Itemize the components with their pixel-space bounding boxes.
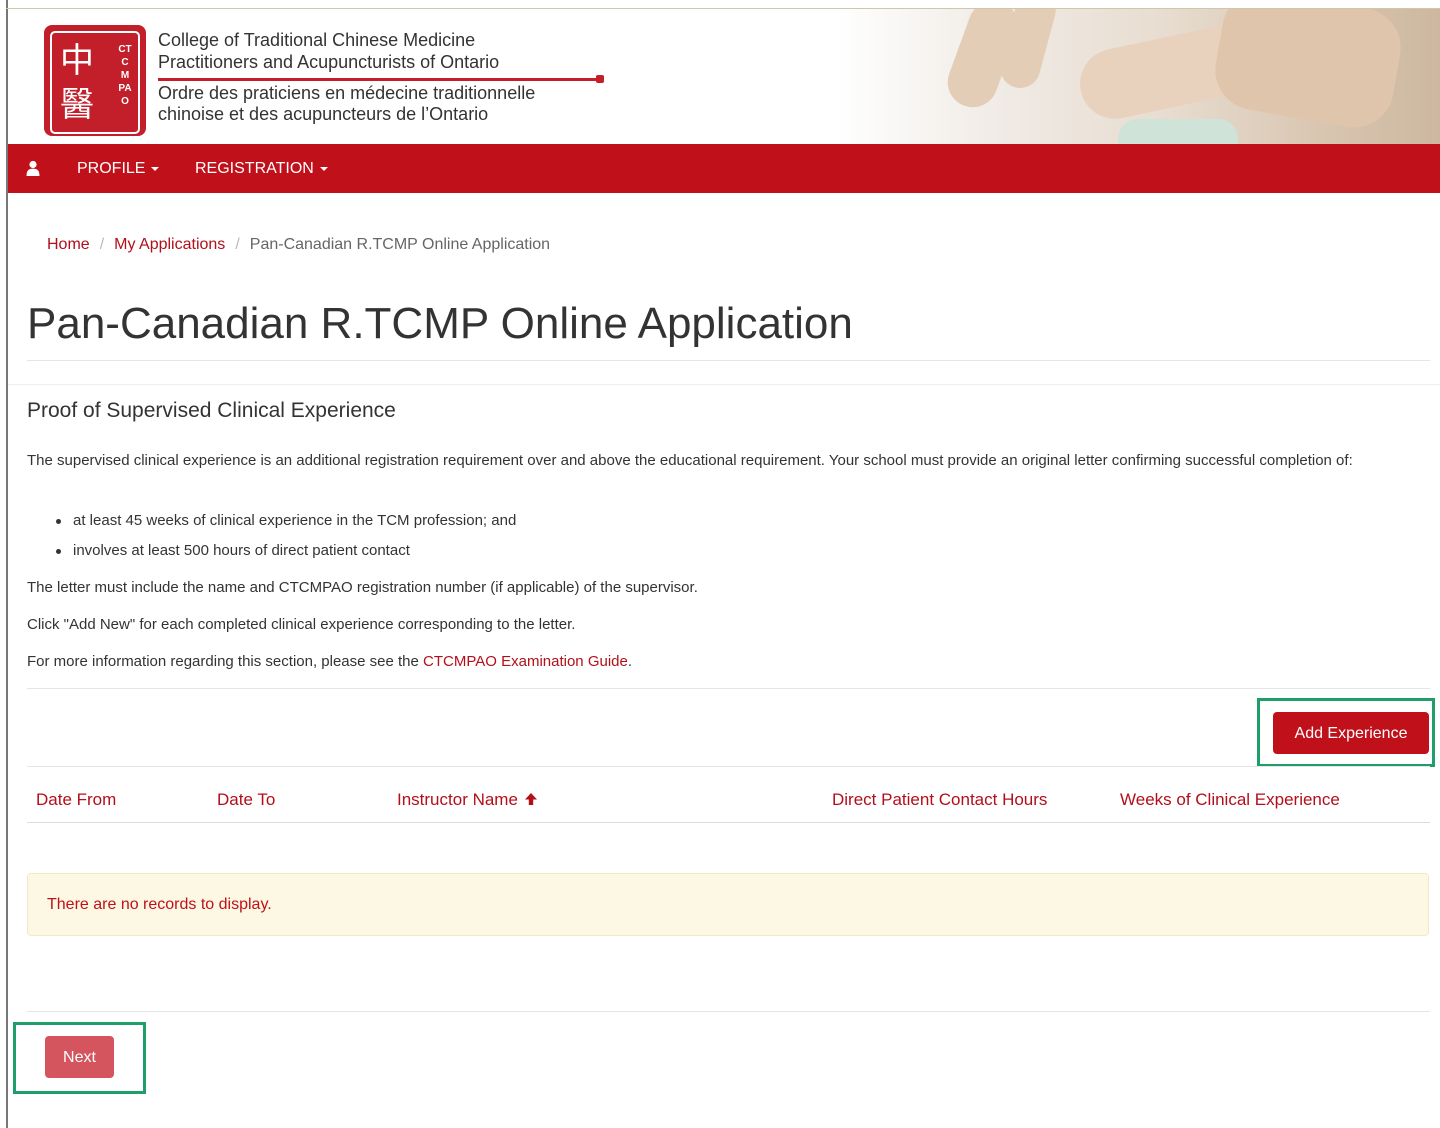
bullet-text: at least 45 weeks of clinical experience… [73, 512, 517, 529]
breadcrumb-separator: / [99, 236, 105, 253]
add-new-note: Click "Add New" for each completed clini… [27, 616, 576, 633]
bullet-text: involves at least 500 hours of direct pa… [73, 542, 410, 559]
divider [27, 1011, 1430, 1012]
page-title: Pan-Canadian R.TCMP Online Application [27, 299, 853, 348]
header-banner-hands-image [838, 9, 1440, 144]
caret-down-icon [151, 166, 160, 171]
more-info-line: For more information regarding this sect… [27, 651, 632, 673]
column-header-instructor-name[interactable]: Instructor Name [397, 789, 538, 811]
letter-note: The letter must include the name and CTC… [27, 579, 698, 596]
bullet-dot [56, 548, 61, 554]
intro-text: The supervised clinical experience is an… [27, 449, 1427, 473]
add-experience-button[interactable]: Add Experience [1273, 712, 1429, 754]
bullet-dot [56, 518, 61, 524]
more-info-suffix: . [627, 653, 633, 670]
nav-registration-menu[interactable]: REGISTRATION [195, 144, 328, 193]
divider [27, 360, 1430, 361]
breadcrumb-separator: / [235, 236, 240, 253]
org-name-english: College of Traditional Chinese Medicine … [158, 29, 499, 73]
org-name-french: Ordre des praticiens en médecine traditi… [158, 83, 535, 125]
examination-guide-link[interactable]: CTCMPAO Examination Guide [423, 653, 628, 670]
nav-profile-menu[interactable]: PROFILE [77, 144, 160, 193]
logo-side-text: CTCMPAO [118, 44, 132, 107]
breadcrumb-home[interactable]: Home [47, 236, 90, 253]
nav-registration-label: REGISTRATION [195, 160, 314, 177]
user-icon[interactable] [26, 160, 40, 176]
column-header-weeks-experience[interactable]: Weeks of Clinical Experience [1120, 789, 1340, 811]
caret-down-icon [319, 166, 328, 171]
college-logo[interactable]: 中醫 CTCMPAO [44, 25, 146, 136]
column-header-date-from[interactable]: Date From [36, 789, 116, 811]
header-divider-line [158, 75, 604, 83]
main-navbar: PROFILE REGISTRATION [8, 144, 1440, 193]
sort-ascending-arrow-icon [524, 793, 537, 805]
empty-records-alert: There are no records to display. [27, 873, 1429, 936]
column-header-instructor-name-label: Instructor Name [397, 790, 518, 809]
org-name-en-line2: Practitioners and Acupuncturists of Onta… [158, 52, 500, 72]
site-header: 中醫 CTCMPAO College of Traditional Chines… [8, 9, 1440, 144]
org-name-fr-line2: chinoise et des acupuncteurs de l’Ontari… [158, 104, 489, 124]
more-info-prefix: For more information regarding this sect… [27, 653, 424, 670]
empty-records-message: There are no records to display. [47, 896, 272, 913]
column-header-contact-hours[interactable]: Direct Patient Contact Hours [832, 789, 1047, 811]
org-name-en-line1: College of Traditional Chinese Medicine [158, 30, 476, 50]
divider [27, 688, 1430, 689]
breadcrumb-my-applications[interactable]: My Applications [114, 236, 225, 253]
org-name-fr-line1: Ordre des praticiens en médecine traditi… [158, 83, 536, 103]
requirement-bullet: involves at least 500 hours of direct pa… [56, 540, 856, 562]
logo-frame: 中醫 CTCMPAO [50, 31, 140, 134]
column-header-date-to[interactable]: Date To [217, 789, 275, 811]
divider [27, 766, 1430, 767]
logo-chinese-characters: 中醫 [60, 41, 94, 125]
divider [8, 384, 1440, 385]
requirement-bullet: at least 45 weeks of clinical experience… [56, 510, 856, 532]
breadcrumb: Home / My Applications / Pan-Canadian R.TCMP… [47, 234, 550, 256]
next-button[interactable]: Next [45, 1036, 114, 1078]
breadcrumb-current: Pan-Canadian R.TCMP Online Application [249, 236, 551, 253]
intro-paragraph: The supervised clinical experience is an… [27, 452, 1353, 469]
section-title: Proof of Supervised Clinical Experience [27, 399, 396, 422]
nav-profile-label: PROFILE [77, 160, 146, 177]
table-header-divider [27, 822, 1430, 823]
